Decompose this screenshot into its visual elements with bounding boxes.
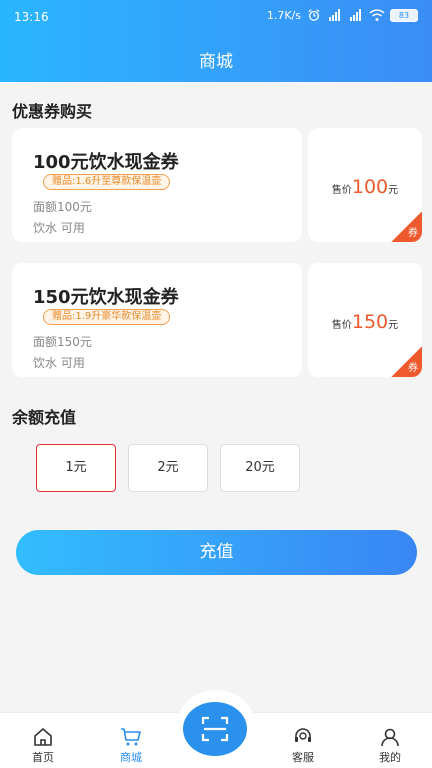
user-icon (381, 728, 399, 747)
status-time: 13:16 (14, 10, 49, 24)
coupon-price: 售价100元 (308, 176, 422, 198)
amount-option-1[interactable]: 1元 (36, 444, 116, 492)
coupon-buy-button[interactable]: 售价100元 券 (308, 128, 422, 242)
coupon-badge-text: 券 (408, 363, 418, 374)
price-value: 150 (351, 311, 389, 333)
main-content: 优惠券购买 100元饮水现金券 赠品:1.6升至尊款保温壶 面额100元 饮水 … (0, 82, 432, 712)
coupon-name: 100元饮水现金券 (33, 152, 179, 173)
coupon-scope: 饮水 可用 (33, 221, 85, 235)
scan-icon (201, 716, 229, 742)
tab-mall[interactable]: 商城 (101, 727, 161, 765)
price-unit: 元 (388, 185, 399, 196)
amount-option-2[interactable]: 2元 (128, 444, 208, 492)
alarm-icon (308, 9, 320, 21)
coupon-section-title: 优惠券购买 (12, 102, 93, 121)
tab-label: 我的 (379, 751, 401, 764)
coupon-price: 售价150元 (308, 311, 422, 333)
price-label: 售价 (331, 320, 352, 331)
coupon-face-value: 面额100元 (33, 200, 92, 214)
price-unit: 元 (388, 320, 399, 331)
coupon-card[interactable]: 150元饮水现金券 赠品:1.9升豪华款保温壶 面额150元 饮水 可用 (12, 263, 302, 377)
home-icon (34, 728, 52, 746)
recharge-button[interactable]: 充值 (16, 530, 417, 575)
status-bar: 13:16 1.7K/s 83 (0, 0, 432, 34)
cart-icon (121, 728, 141, 746)
network-speed: 1.7K/s (266, 8, 301, 22)
tab-home[interactable]: 首页 (13, 727, 73, 765)
recharge-section-title: 余额充值 (12, 408, 77, 427)
battery-indicator: 83 (390, 8, 418, 22)
coupon-badge-text: 券 (408, 228, 418, 239)
price-label: 售价 (331, 185, 352, 196)
price-value: 100 (351, 176, 389, 198)
coupon-scope: 饮水 可用 (33, 356, 85, 370)
tab-customer-service[interactable]: 客服 (273, 727, 333, 765)
app-header: 13:16 1.7K/s 83 商城 (0, 0, 432, 82)
scan-button[interactable] (183, 702, 247, 756)
coupon-gift-badge: 赠品:1.9升豪华款保温壶 (43, 309, 171, 325)
coupon-buy-button[interactable]: 售价150元 券 (308, 263, 422, 377)
signal-icon-2 (350, 9, 361, 21)
status-indicators: 1.7K/s 83 (267, 8, 418, 22)
page-title: 商城 (199, 52, 233, 72)
headset-icon (295, 728, 311, 742)
tab-mine[interactable]: 我的 (360, 727, 420, 765)
tab-label: 商城 (120, 751, 142, 764)
tab-label: 客服 (292, 751, 314, 764)
tab-label: 首页 (32, 751, 54, 764)
wifi-icon (369, 9, 385, 21)
coupon-card[interactable]: 100元饮水现金券 赠品:1.6升至尊款保温壶 面额100元 饮水 可用 (12, 128, 302, 242)
amount-option-20[interactable]: 20元 (220, 444, 300, 492)
coupon-gift-badge: 赠品:1.6升至尊款保温壶 (43, 174, 171, 190)
coupon-name: 150元饮水现金券 (33, 287, 179, 308)
signal-icon (329, 9, 340, 21)
coupon-face-value: 面额150元 (33, 335, 92, 349)
